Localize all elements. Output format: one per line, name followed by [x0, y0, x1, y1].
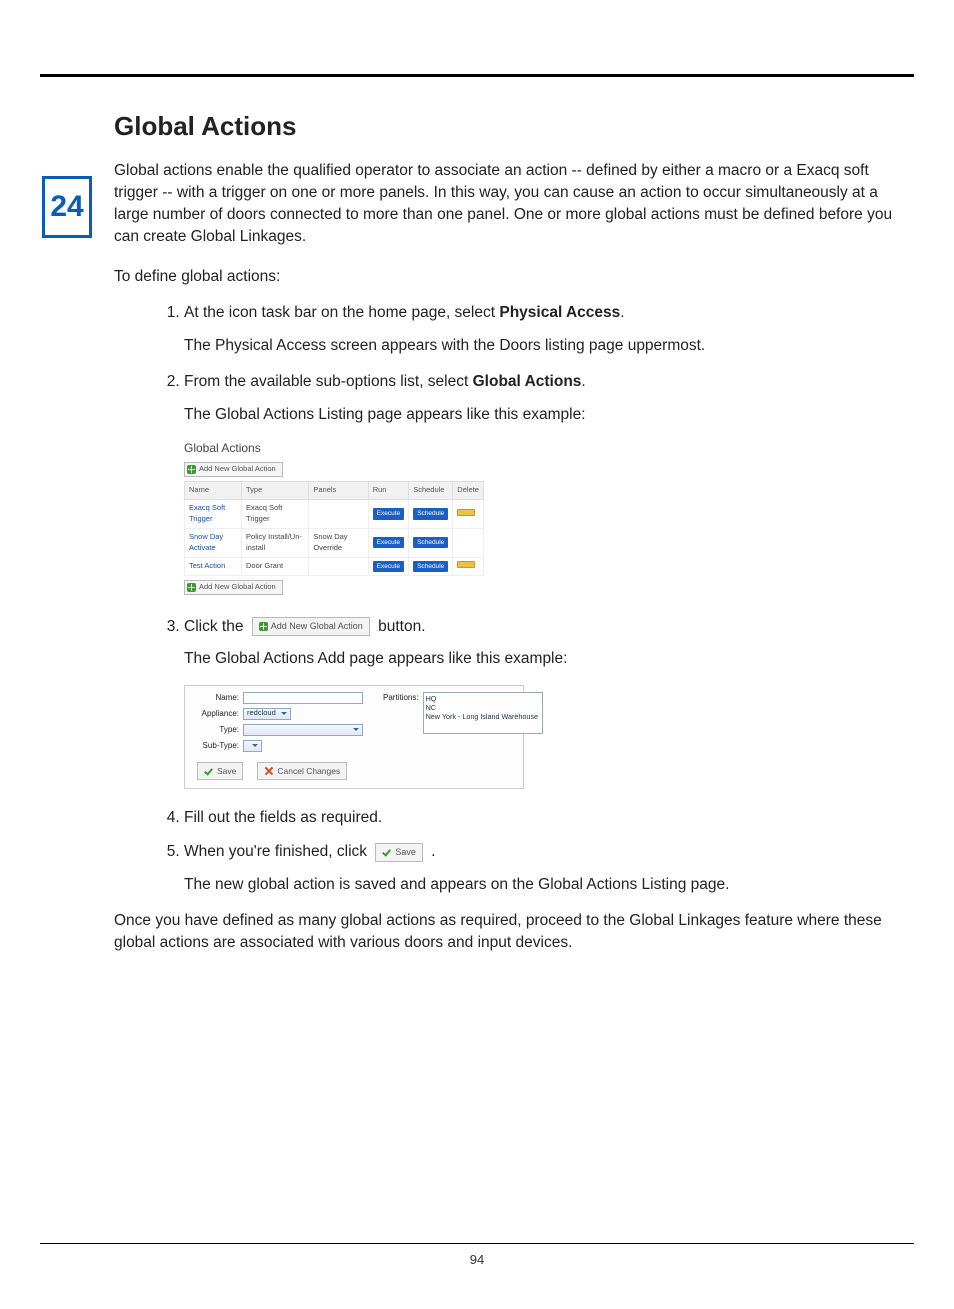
- add-new-global-action-bottom[interactable]: Add New Global Action: [184, 580, 283, 595]
- delete-button[interactable]: [457, 561, 475, 568]
- step-5-note: The new global action is saved and appea…: [184, 874, 914, 896]
- schedule-button[interactable]: Schedule: [413, 561, 448, 572]
- col-panels[interactable]: Panels: [309, 482, 368, 500]
- step-5: When you're finished, click Save . The n…: [184, 841, 914, 896]
- execute-button[interactable]: Execute: [373, 508, 405, 519]
- schedule-button[interactable]: Schedule: [413, 537, 448, 548]
- execute-button[interactable]: Execute: [373, 561, 405, 572]
- page-title: Global Actions: [114, 111, 914, 142]
- subtype-select[interactable]: [243, 740, 262, 752]
- label-type: Type:: [193, 724, 243, 736]
- content-area: Global Actions Global actions enable the…: [114, 77, 914, 954]
- delete-button[interactable]: [457, 509, 475, 516]
- row-name-link[interactable]: Test Action: [185, 557, 242, 575]
- step-2-note: The Global Actions Listing page appears …: [184, 404, 914, 426]
- step-4: Fill out the fields as required.: [184, 807, 914, 829]
- schedule-button[interactable]: Schedule: [413, 508, 448, 519]
- page-number: 94: [470, 1252, 484, 1267]
- partition-option[interactable]: NC: [426, 703, 540, 712]
- check-icon: [382, 847, 392, 857]
- label-name: Name:: [193, 692, 243, 704]
- table-row: Snow Day Activate Policy Install/Un-inst…: [185, 528, 484, 557]
- to-define-line: To define global actions:: [114, 266, 914, 288]
- footer: 94: [40, 1243, 914, 1267]
- step-3: Click the Add New Global Action button. …: [184, 616, 914, 789]
- plus-icon: [187, 583, 196, 592]
- execute-button[interactable]: Execute: [373, 537, 405, 548]
- label-partitions: Partitions:: [383, 692, 423, 704]
- partition-option[interactable]: HQ: [426, 694, 540, 703]
- check-icon: [204, 766, 214, 776]
- col-name[interactable]: Name: [185, 482, 242, 500]
- table-row: Exacq Soft Trigger Exacq Soft Trigger Ex…: [185, 500, 484, 529]
- figure-listing: Global Actions Add New Global Action Nam…: [184, 440, 484, 595]
- table-row: Test Action Door Grant Execute Schedule: [185, 557, 484, 575]
- figure-add-form: Name: Appliance: redcloud Type: Sub-: [184, 685, 524, 789]
- col-type[interactable]: Type: [242, 482, 309, 500]
- col-run[interactable]: Run: [368, 482, 409, 500]
- steps-list: At the icon task bar on the home page, s…: [184, 302, 914, 896]
- chapter-number-box: 24: [42, 176, 92, 238]
- name-input[interactable]: [243, 692, 363, 704]
- step-1: At the icon task bar on the home page, s…: [184, 302, 914, 357]
- appliance-select[interactable]: redcloud: [243, 708, 291, 720]
- plus-icon: [259, 622, 268, 631]
- step-1-note: The Physical Access screen appears with …: [184, 335, 914, 357]
- plus-icon: [187, 465, 196, 474]
- physical-access-bold: Physical Access: [499, 304, 620, 321]
- type-select[interactable]: [243, 724, 363, 736]
- global-actions-bold: Global Actions: [473, 373, 582, 390]
- outro-paragraph: Once you have defined as many global act…: [114, 910, 914, 954]
- x-icon: [264, 766, 274, 776]
- col-delete[interactable]: Delete: [453, 482, 484, 500]
- partitions-list[interactable]: HQ NC New York - Long Island Warehouse: [423, 692, 543, 734]
- add-new-global-action-top[interactable]: Add New Global Action: [184, 462, 283, 477]
- save-inline-button[interactable]: Save: [375, 843, 423, 862]
- cancel-changes-button[interactable]: Cancel Changes: [257, 762, 347, 780]
- col-schedule[interactable]: Schedule: [409, 482, 453, 500]
- listing-table: Name Type Panels Run Schedule Delete Exa…: [184, 481, 484, 576]
- partition-option[interactable]: New York - Long Island Warehouse: [426, 712, 540, 721]
- figure-listing-title: Global Actions: [184, 440, 484, 457]
- add-new-global-action-inline-button[interactable]: Add New Global Action: [252, 617, 370, 636]
- chapter-number: 24: [50, 190, 83, 224]
- intro-paragraph: Global actions enable the qualified oper…: [114, 160, 914, 248]
- row-name-link[interactable]: Exacq Soft Trigger: [185, 500, 242, 529]
- step-3-note: The Global Actions Add page appears like…: [184, 648, 914, 670]
- row-name-link[interactable]: Snow Day Activate: [185, 528, 242, 557]
- save-button[interactable]: Save: [197, 762, 243, 780]
- label-appliance: Appliance:: [193, 708, 243, 720]
- step-2: From the available sub-options list, sel…: [184, 371, 914, 595]
- label-subtype: Sub-Type:: [193, 740, 243, 752]
